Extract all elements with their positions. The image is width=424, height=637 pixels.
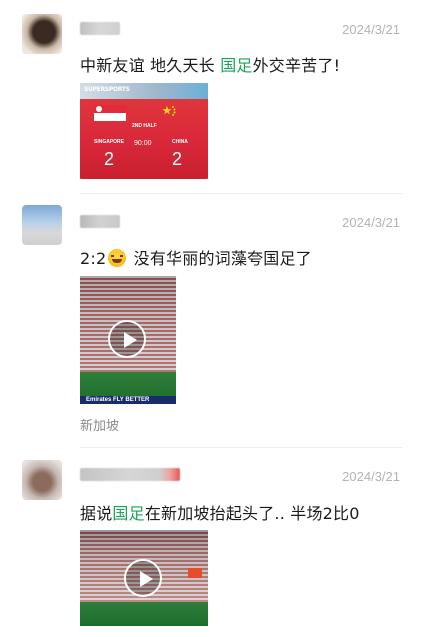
home-team-label: SINGAPORE	[94, 139, 125, 145]
video-thumbnail[interactable]	[80, 530, 208, 626]
ad-banner: Emirates FLY BETTER	[80, 396, 176, 404]
post-text: 中新友谊 地久天长 国足外交辛苦了!	[80, 52, 340, 76]
play-icon[interactable]	[124, 559, 162, 597]
text-part: 外交辛苦了!	[252, 56, 341, 75]
post-date: 2024/3/21	[342, 215, 400, 230]
china-flag-icon	[162, 106, 176, 116]
avatar[interactable]	[22, 14, 62, 54]
pitch	[80, 602, 208, 626]
post-date: 2024/3/21	[342, 469, 400, 484]
avatar[interactable]	[22, 205, 62, 245]
video-thumbnail[interactable]: Emirates FLY BETTER	[80, 276, 176, 404]
match-time: 90:00	[134, 140, 152, 147]
moment-post-1: 2024/3/21 中新友谊 地久天长 国足外交辛苦了! SUPERSPORTS…	[0, 0, 424, 195]
laughing-emoji-icon	[108, 249, 127, 267]
home-score: 2	[104, 149, 115, 169]
post-date: 2024/3/21	[342, 22, 400, 37]
divider	[80, 193, 402, 194]
screen-display	[188, 568, 202, 578]
play-icon[interactable]	[108, 320, 146, 358]
broadcaster-logo: SUPERSPORTS	[84, 86, 130, 93]
away-team-label: CHINA	[172, 139, 188, 145]
match-half-label: 2ND HALF	[132, 123, 157, 129]
hashtag-link[interactable]: 国足	[112, 504, 144, 523]
username-blurred[interactable]	[80, 468, 180, 481]
hashtag-link[interactable]: 国足	[220, 56, 252, 75]
away-score: 2	[172, 149, 183, 169]
divider	[80, 447, 402, 448]
moment-post-3: 2024/3/21 据说国足在新加坡抬起头了.. 半场2比0	[0, 450, 424, 637]
text-part: 没有华丽的词藻夸国足了	[128, 249, 312, 268]
post-text: 据说国足在新加坡抬起头了.. 半场2比0	[80, 500, 360, 524]
singapore-flag-icon	[94, 105, 126, 121]
moment-post-2: 2024/3/21 2:2 没有华丽的词藻夸国足了 Emirates FLY B…	[0, 195, 424, 450]
text-part: 在新加坡抬起头了.. 半场2比0	[144, 504, 360, 523]
text-part: 中新友谊 地久天长	[80, 56, 221, 75]
username-blurred[interactable]	[80, 22, 120, 35]
post-location[interactable]: 新加坡	[80, 415, 119, 434]
avatar[interactable]	[22, 460, 62, 500]
text-part: 2:2	[80, 249, 107, 268]
username-blurred[interactable]	[80, 215, 120, 228]
scoreboard-image[interactable]: SUPERSPORTS 2ND HALF SINGAPORE CHINA 90:…	[80, 83, 208, 179]
ad-banner-text: Emirates FLY BETTER	[86, 397, 150, 403]
text-part: 据说	[80, 504, 113, 523]
post-text: 2:2 没有华丽的词藻夸国足了	[80, 245, 312, 269]
